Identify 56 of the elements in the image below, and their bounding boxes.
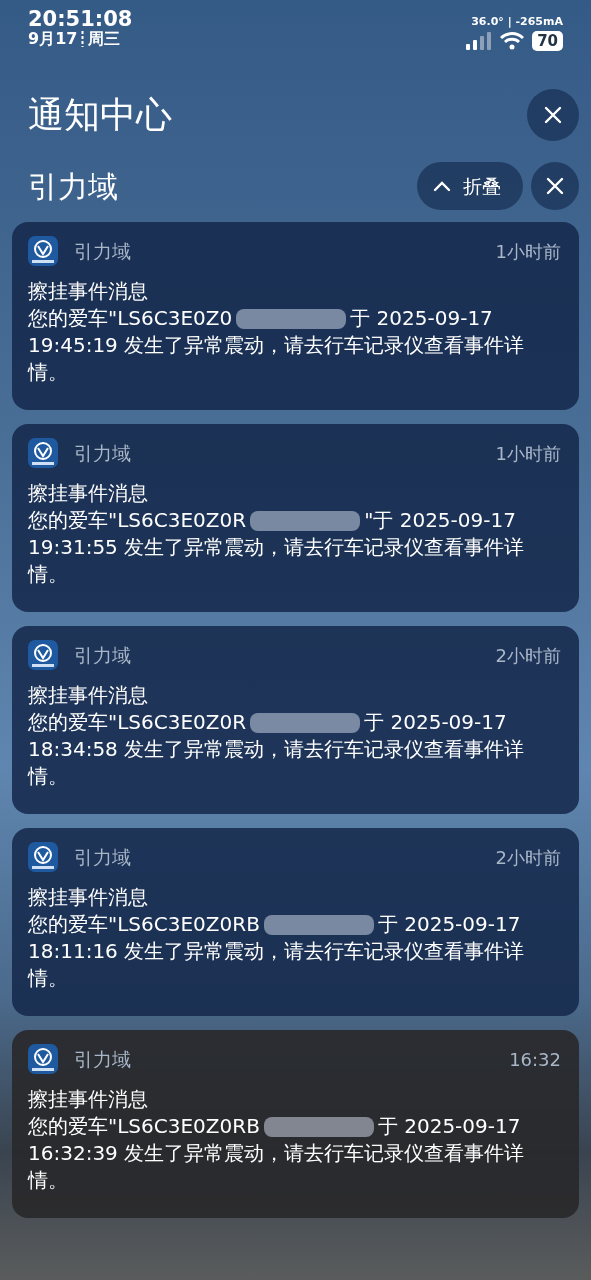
date-text: 9月17 xyxy=(28,30,78,48)
battery-level: 70 xyxy=(532,30,563,51)
notification-time: 16:32 xyxy=(509,1047,561,1072)
app-name: 引力域 xyxy=(74,1046,131,1072)
chevron-up-icon xyxy=(433,180,451,192)
notification-time: 2小时前 xyxy=(495,643,561,668)
message-text: 于 2025-09-17 xyxy=(350,305,493,332)
message-text: 18:34:58 发生了异常震动，请去行车记录仪查看事件详情。 xyxy=(28,736,526,790)
message-text: 您的爱车"LS6C3E0Z0R xyxy=(28,709,247,736)
app-name: 引力域 xyxy=(74,440,131,466)
message-text: 于 2025-09-17 xyxy=(364,709,507,736)
device-info-text: 36.0° | -265mA xyxy=(471,14,563,30)
page-title: 通知中心 xyxy=(28,93,172,137)
message-text: 19:45:19 发生了异常震动，请去行车记录仪查看事件详情。 xyxy=(28,332,526,386)
notification-title: 擦挂事件消息 xyxy=(28,480,149,507)
message-text: 您的爱车"LS6C3E0Z0R xyxy=(28,507,247,534)
collapse-button[interactable]: 折叠 xyxy=(417,162,523,210)
notification-title: 擦挂事件消息 xyxy=(28,1086,149,1113)
message-text: 19:31:55 发生了异常震动，请去行车记录仪查看事件详情。 xyxy=(28,534,526,588)
notification-title: 擦挂事件消息 xyxy=(28,682,149,709)
close-icon xyxy=(545,176,565,196)
notification-time: 1小时前 xyxy=(495,239,561,264)
weekday-text: 周三 xyxy=(88,30,121,48)
app-icon xyxy=(28,1044,58,1074)
notification-card[interactable]: 引力域 1小时前 擦挂事件消息 您的爱车"LS6C3E0Z0R "于 2025-09-17 19:31:55 发生了异常震动，请去行车记录仪查看事件详情。 xyxy=(12,424,579,612)
notification-card[interactable]: 引力域 2小时前 擦挂事件消息 您的爱车"LS6C3E0Z0R 于 2025-09-17 18:34:58 发生了异常震动，请去行车记录仪查看事件详情。 xyxy=(12,626,579,814)
message-text: 于 2025-09-17 xyxy=(377,911,521,938)
signal-icon xyxy=(466,31,493,50)
notification-title: 擦挂事件消息 xyxy=(28,278,149,305)
app-icon xyxy=(28,438,58,468)
message-text: "于 2025-09-17 xyxy=(364,507,516,534)
app-name: 引力域 xyxy=(74,642,131,668)
message-text: 18:11:16 发生了异常震动，请去行车记录仪查看事件详情。 xyxy=(28,938,526,992)
divider-icon xyxy=(81,30,85,47)
app-name: 引力域 xyxy=(74,844,131,870)
close-icon xyxy=(543,105,563,125)
group-title: 引力域 xyxy=(28,167,118,206)
message-text: 16:32:39 发生了异常震动，请去行车记录仪查看事件详情。 xyxy=(28,1140,526,1194)
app-icon xyxy=(28,640,58,670)
message-text: 您的爱车"LS6C3E0Z0RB xyxy=(28,911,260,938)
notification-card[interactable]: 引力域 16:32 擦挂事件消息 您的爱车"LS6C3E0Z0RB 于 2025-09-17 16:32:39 发生了异常震动，请去行车记录仪查看事件详情。 xyxy=(12,1030,579,1218)
clear-group-button[interactable] xyxy=(531,162,579,210)
app-name: 引力域 xyxy=(74,238,131,264)
wifi-icon xyxy=(500,31,525,50)
message-text: 于 2025-09-17 xyxy=(377,1113,521,1140)
message-text: 您的爱车"LS6C3E0Z0RB xyxy=(28,1113,260,1140)
app-icon xyxy=(28,236,58,266)
clock-time: 20:51:08 xyxy=(28,8,133,31)
notification-card[interactable]: 引力域 2小时前 擦挂事件消息 您的爱车"LS6C3E0Z0RB 于 2025-09-17 18:11:16 发生了异常震动，请去行车记录仪查看事件详情。 xyxy=(12,828,579,1016)
notification-title: 擦挂事件消息 xyxy=(28,884,149,911)
message-text: 您的爱车"LS6C3E0Z0 xyxy=(28,305,233,332)
notification-time: 2小时前 xyxy=(495,845,561,870)
notification-time: 1小时前 xyxy=(495,441,561,466)
close-button[interactable] xyxy=(527,89,579,141)
notification-card[interactable]: 引力域 1小时前 擦挂事件消息 您的爱车"LS6C3E0Z0 于 2025-09-17 19:45:19 发生了异常震动，请去行车记录仪查看事件详情。 xyxy=(12,222,579,410)
app-icon xyxy=(28,842,58,872)
